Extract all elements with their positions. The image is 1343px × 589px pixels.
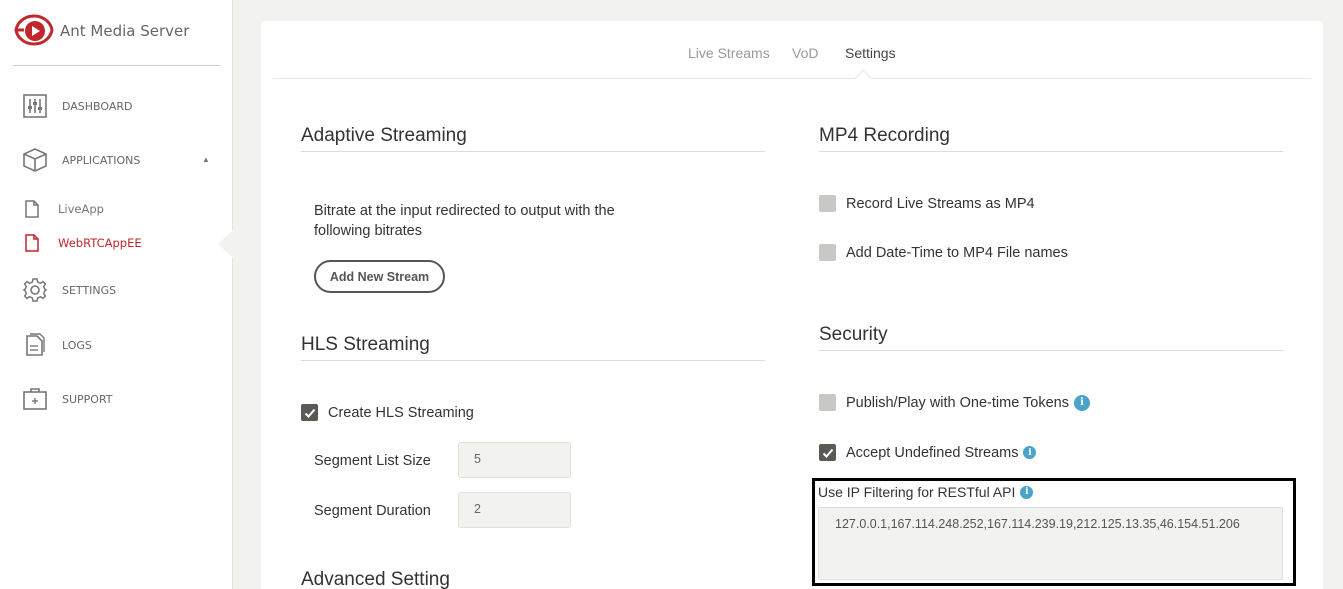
adaptive-streaming-title: Adaptive Streaming bbox=[301, 125, 467, 146]
advanced-setting-title: Advanced Setting bbox=[301, 569, 450, 589]
datetime-mp4-checkbox[interactable] bbox=[819, 244, 836, 261]
ant-media-logo-icon bbox=[14, 14, 54, 46]
segment-duration-label: Segment Duration bbox=[314, 503, 431, 519]
record-mp4-label: Record Live Streams as MP4 bbox=[846, 195, 1035, 212]
create-hls-label: Create HLS Streaming bbox=[328, 404, 474, 421]
cube-icon bbox=[23, 148, 47, 172]
nav-dashboard-label: DASHBOARD bbox=[62, 99, 133, 113]
hls-streaming-title: HLS Streaming bbox=[301, 334, 430, 355]
file-icon bbox=[25, 234, 39, 252]
info-icon[interactable]: i bbox=[1073, 394, 1090, 411]
app-item-webrtcappee[interactable]: WebRTCAppEE bbox=[24, 234, 142, 252]
section-divider bbox=[301, 360, 765, 361]
record-mp4-checkbox[interactable] bbox=[819, 195, 836, 212]
caret-up-icon[interactable]: ▲ bbox=[202, 155, 210, 164]
nav-settings[interactable]: SETTINGS bbox=[22, 277, 116, 303]
segment-list-size-label: Segment List Size bbox=[314, 453, 431, 469]
one-time-tokens-checkbox-row[interactable]: Publish/Play with One-time Tokens i bbox=[819, 394, 1090, 411]
create-hls-checkbox-row[interactable]: Create HLS Streaming bbox=[301, 404, 474, 421]
gear-icon bbox=[22, 278, 48, 302]
datetime-mp4-label: Add Date-Time to MP4 File names bbox=[846, 244, 1068, 261]
brand[interactable]: Ant Media Server bbox=[14, 10, 189, 50]
datetime-mp4-checkbox-row[interactable]: Add Date-Time to MP4 File names bbox=[819, 244, 1068, 261]
segment-list-size-input[interactable]: 5 bbox=[458, 442, 571, 478]
app-item-liveapp[interactable]: LiveApp bbox=[24, 200, 104, 218]
nav-support[interactable]: SUPPORT bbox=[22, 386, 113, 412]
accept-undefined-checkbox-row[interactable]: Accept Undefined Streams i bbox=[819, 444, 1037, 461]
nav-logs-label: LOGS bbox=[62, 338, 92, 352]
app-item-label: WebRTCAppEE bbox=[58, 236, 142, 250]
support-icon bbox=[23, 388, 47, 410]
one-time-tokens-checkbox[interactable] bbox=[819, 394, 836, 411]
nav-applications[interactable]: APPLICATIONS bbox=[22, 147, 140, 173]
section-divider bbox=[819, 350, 1283, 351]
section-divider bbox=[819, 151, 1283, 152]
checkmark-icon bbox=[304, 408, 315, 418]
info-icon[interactable]: i bbox=[1023, 446, 1037, 459]
active-indicator bbox=[218, 230, 233, 258]
nav-settings-label: SETTINGS bbox=[62, 283, 117, 297]
file-icon bbox=[25, 200, 39, 218]
nav-applications-label: APPLICATIONS bbox=[62, 153, 141, 167]
security-title: Security bbox=[819, 324, 888, 345]
ip-filtering-textarea[interactable]: 127.0.0.1,167.114.248.252,167.114.239.19… bbox=[818, 507, 1283, 580]
add-new-stream-button[interactable]: Add New Stream bbox=[314, 260, 445, 293]
accept-undefined-checkbox[interactable] bbox=[819, 444, 836, 461]
section-divider bbox=[301, 151, 765, 152]
nav-dashboard[interactable]: DASHBOARD bbox=[22, 93, 133, 119]
adaptive-description: Bitrate at the input redirected to outpu… bbox=[314, 203, 615, 239]
accept-undefined-label: Accept Undefined Streams bbox=[846, 444, 1019, 461]
record-mp4-checkbox-row[interactable]: Record Live Streams as MP4 bbox=[819, 195, 1035, 212]
tab-settings[interactable]: Settings bbox=[845, 45, 896, 61]
brand-divider bbox=[13, 65, 220, 66]
ip-filtering-label: Use IP Filtering for RESTful API bbox=[818, 484, 1016, 500]
ip-filtering-label-row: Use IP Filtering for RESTful API i bbox=[818, 484, 1034, 500]
dashboard-icon bbox=[23, 94, 47, 118]
sidebar: Ant Media Server DASHBOARD APPLICATIONS … bbox=[0, 0, 233, 589]
tab-live-streams[interactable]: Live Streams bbox=[688, 45, 770, 61]
mp4-recording-title: MP4 Recording bbox=[819, 125, 950, 146]
brand-name: Ant Media Server bbox=[60, 22, 190, 40]
create-hls-checkbox[interactable] bbox=[301, 404, 318, 421]
segment-duration-input[interactable]: 2 bbox=[458, 492, 571, 528]
one-time-tokens-label: Publish/Play with One-time Tokens bbox=[846, 394, 1069, 411]
nav-support-label: SUPPORT bbox=[62, 392, 113, 406]
tab-vod[interactable]: VoD bbox=[792, 45, 818, 61]
tab-bar: Live Streams VoD Settings bbox=[273, 21, 1311, 79]
info-icon[interactable]: i bbox=[1020, 485, 1034, 499]
app-item-label: LiveApp bbox=[58, 202, 104, 216]
nav-logs[interactable]: LOGS bbox=[22, 332, 92, 358]
checkmark-icon bbox=[822, 448, 833, 458]
logs-icon bbox=[26, 333, 45, 356]
